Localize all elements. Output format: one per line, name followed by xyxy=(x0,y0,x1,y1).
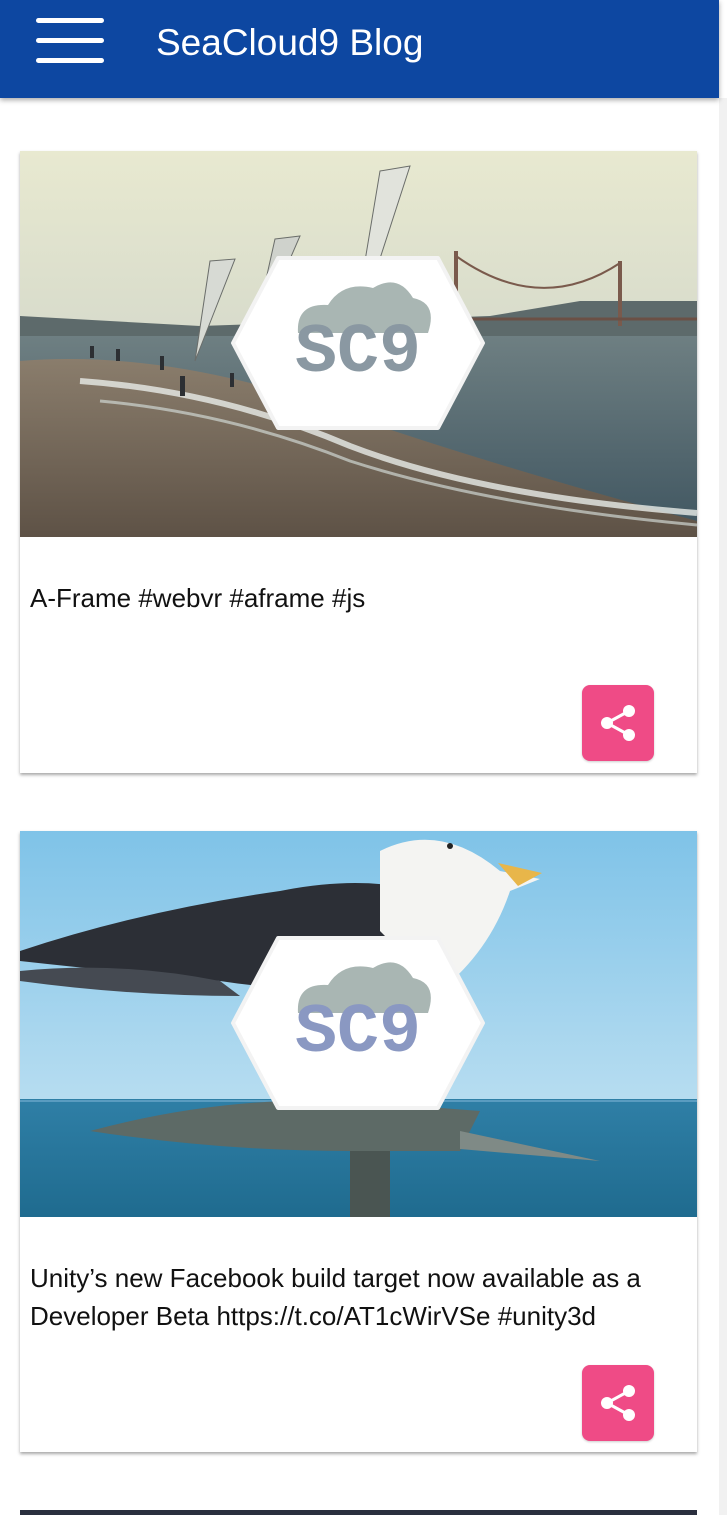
post-text: Unity’s new Facebook build target now av… xyxy=(30,1263,641,1331)
post-image[interactable]: SC9 xyxy=(20,831,697,1217)
post-text: A-Frame #webvr #aframe #js xyxy=(30,583,366,613)
hamburger-menu-icon[interactable] xyxy=(36,18,104,64)
logo-text: SC9 xyxy=(295,314,421,393)
app-bar: SeaCloud9 Blog xyxy=(0,0,719,98)
post-image[interactable]: SC9 xyxy=(20,151,697,537)
page-title: SeaCloud9 Blog xyxy=(156,22,424,63)
share-button[interactable] xyxy=(582,1365,654,1441)
logo-text: SC9 xyxy=(295,994,421,1073)
post-card-partial xyxy=(20,1510,697,1515)
scrollbar-track[interactable] xyxy=(719,98,727,1515)
post-card: SC9 A-Frame #webvr #aframe #js xyxy=(20,151,697,773)
share-button[interactable] xyxy=(582,685,654,761)
post-card: SC9 Unity’s new Facebook build target no… xyxy=(20,831,697,1452)
share-icon xyxy=(601,705,635,741)
share-icon xyxy=(601,1385,635,1421)
